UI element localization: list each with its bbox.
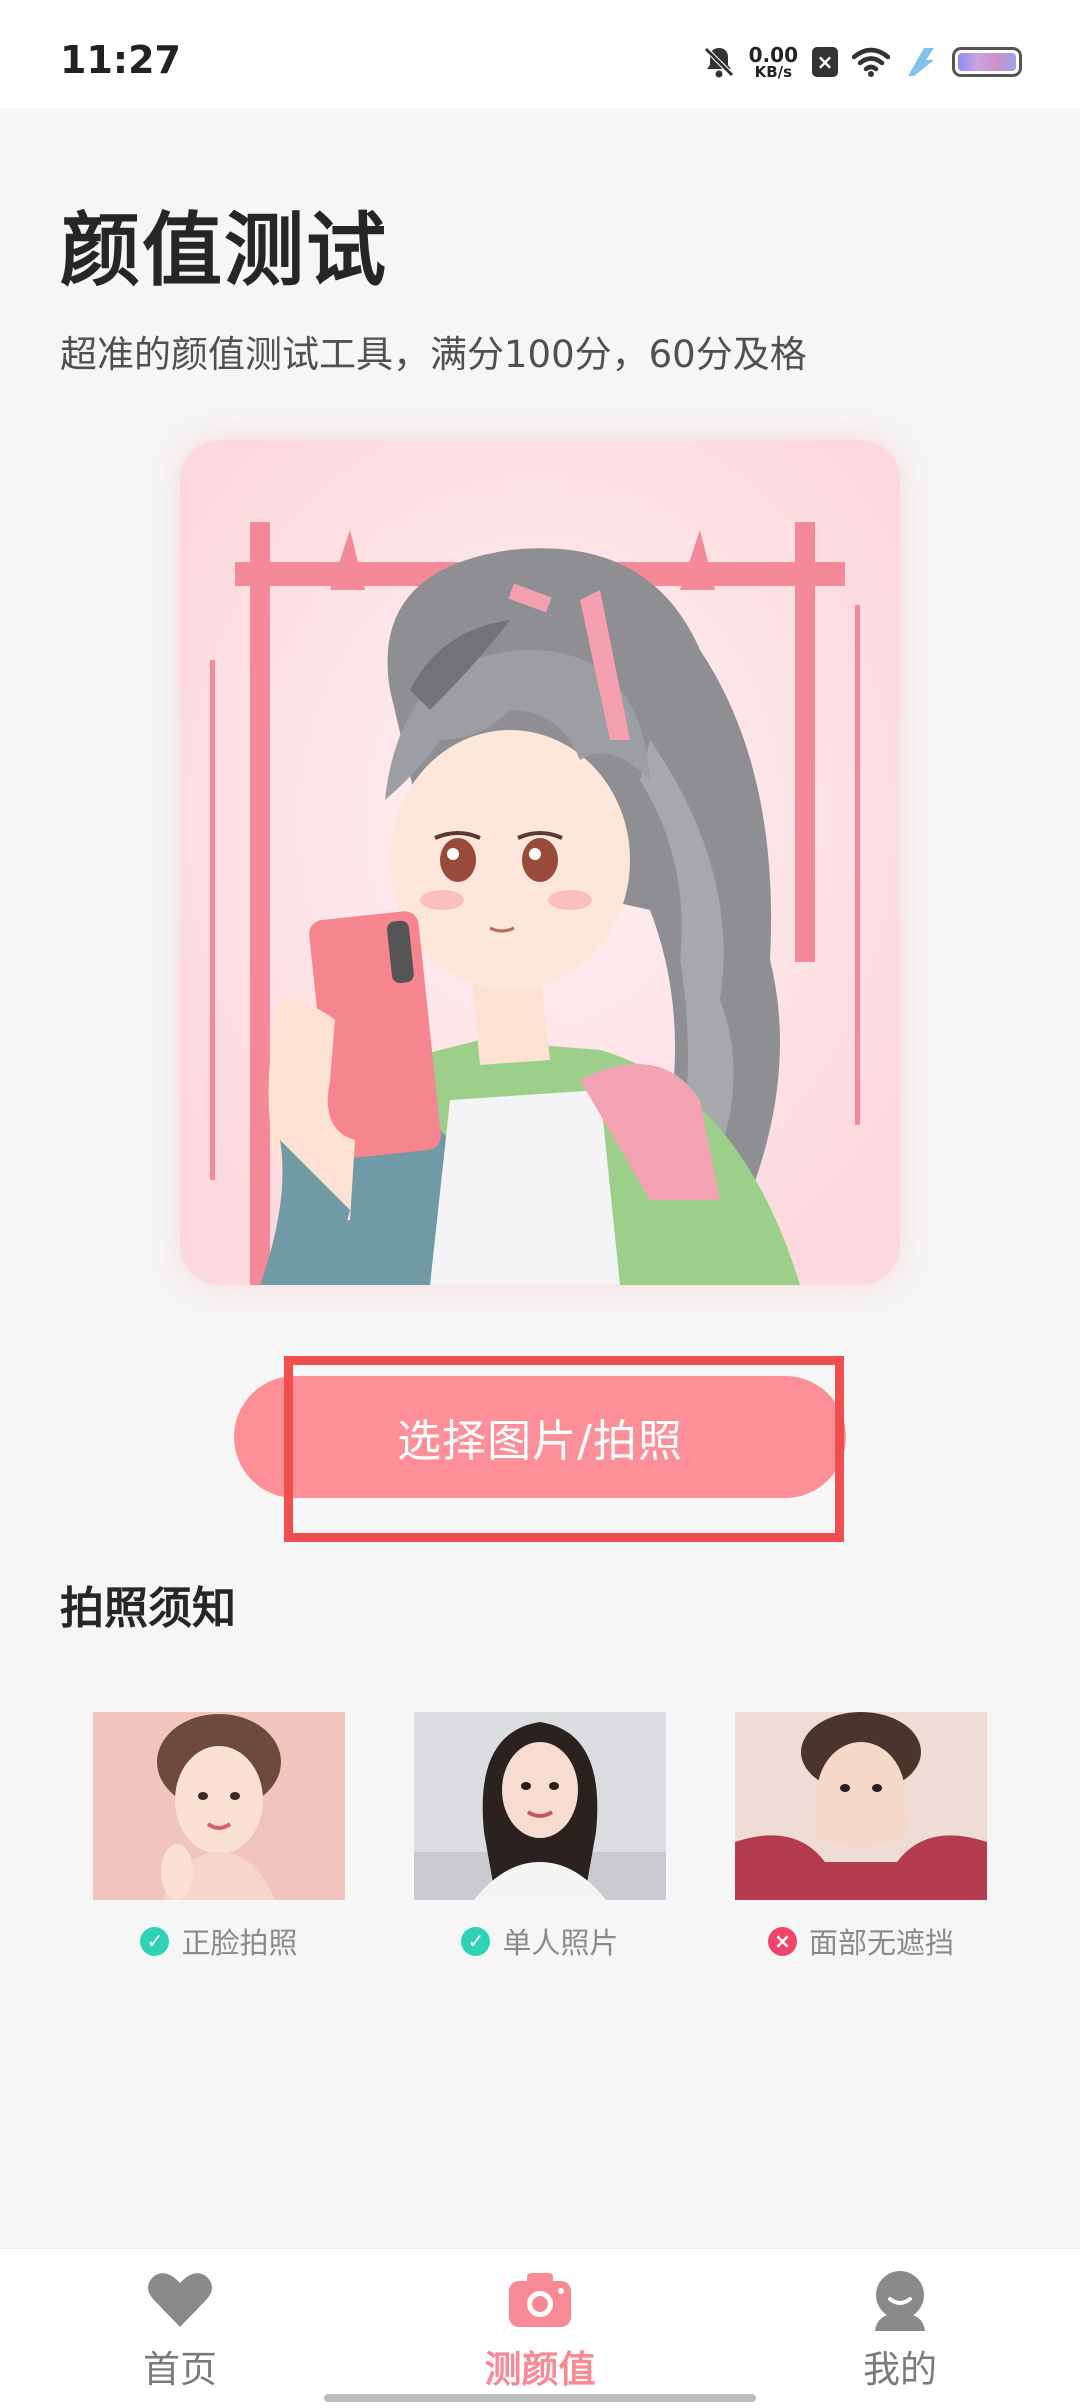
tip-item-no-covering: × 面部无遮挡 [735,1712,987,1962]
nav-item-home[interactable]: 首页 [70,2249,290,2408]
tips-list: ✓ 正脸拍照 ✓ 单人照片 × 面部无遮挡 [0,1712,1080,1962]
heart-icon [148,2273,212,2327]
tip-caption-single-person: ✓ 单人照片 [414,1920,666,1962]
anime-girl-selfie-illustration [180,440,900,1285]
mute-bell-icon [703,47,734,78]
bottom-nav: 首页 测颜值 我的 [0,2248,1080,2408]
hero-illustration [180,440,900,1285]
sim-x-icon: × [812,47,838,77]
select-photo-button[interactable]: 选择图片/拍照 [234,1376,846,1498]
tip-label: 正脸拍照 [181,1926,298,1960]
cross-icon: × [767,1926,797,1956]
tip-label: 单人照片 [502,1926,619,1960]
battery-icon [952,47,1022,77]
nav-label-mine: 我的 [863,2348,937,2391]
tip-photo-no-covering [735,1712,987,1900]
nav-item-test-face[interactable]: 测颜值 [430,2249,650,2408]
camera-icon [509,2273,571,2327]
tips-title: 拍照须知 [60,1583,236,1634]
nav-item-mine[interactable]: 我的 [790,2249,1010,2408]
network-speed-unit: KB/s [754,62,793,81]
check-icon: ✓ [461,1926,491,1956]
tip-photo-single-person [414,1712,666,1900]
status-bar: 11:27 0.00 KB/s × [0,0,1080,108]
nav-label-test-face: 测颜值 [484,2348,596,2391]
profile-icon [875,2271,925,2331]
check-icon: ✓ [140,1926,170,1956]
wifi-icon [852,47,890,77]
home-indicator[interactable] [324,2394,756,2402]
status-icons: 0.00 KB/s × [703,40,1022,84]
network-speed-value: 0.00 [748,42,798,67]
tip-item-single-person: ✓ 单人照片 [414,1712,666,1962]
network-speed: 0.00 KB/s [749,45,798,80]
nav-label-home: 首页 [143,2348,217,2391]
tip-caption-no-covering: × 面部无遮挡 [735,1920,987,1962]
charging-bolt-icon [908,48,934,76]
page-title: 颜值测试 [60,204,388,297]
status-time: 11:27 [60,38,181,82]
tip-photo-front-face [93,1712,345,1900]
tip-label: 面部无遮挡 [808,1926,954,1960]
tip-caption-front-face: ✓ 正脸拍照 [93,1920,345,1962]
page-subtitle: 超准的颜值测试工具，满分100分，60分及格 [60,333,807,376]
tip-item-front-face: ✓ 正脸拍照 [93,1712,345,1962]
